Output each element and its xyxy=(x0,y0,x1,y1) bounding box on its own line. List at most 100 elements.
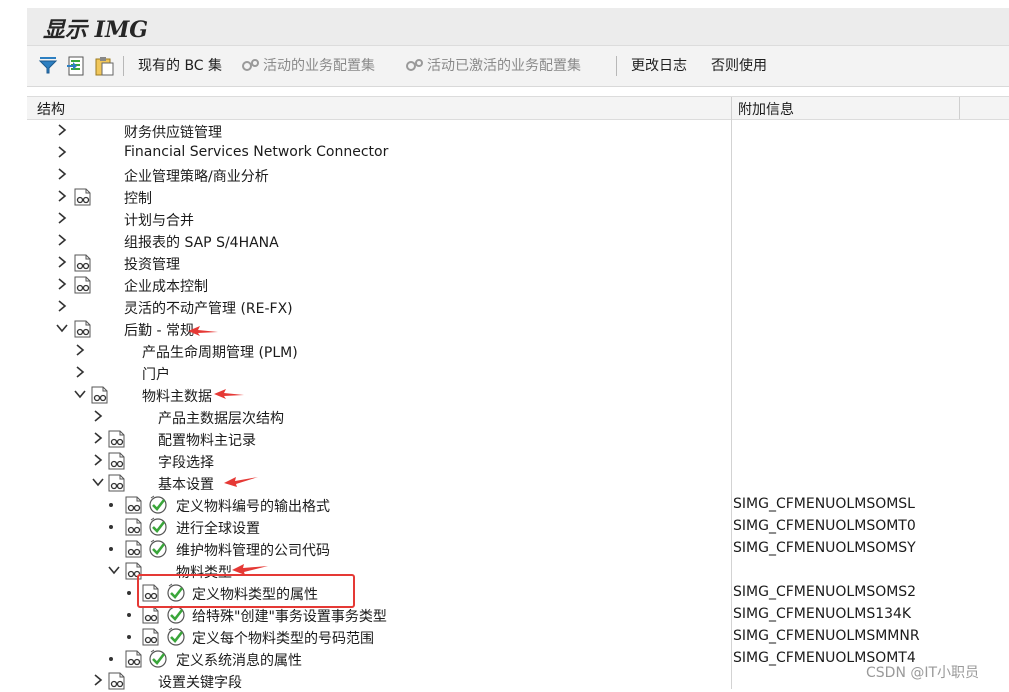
tree-node-label[interactable]: 计划与合并 xyxy=(124,210,194,230)
tree-node-label[interactable]: 产品主数据层次结构 xyxy=(158,408,284,428)
tree-node-label[interactable]: 配置物料主记录 xyxy=(158,430,256,450)
chevron-right-icon[interactable] xyxy=(55,233,69,247)
structure-column-header[interactable]: 结构 xyxy=(37,99,65,119)
tree-node-label[interactable]: 灵活的不动产管理 (RE-FX) xyxy=(124,298,293,318)
documentation-icon[interactable] xyxy=(141,628,161,646)
change-log-button[interactable]: 更改日志 xyxy=(631,56,687,76)
tree-row[interactable]: 定义每个物料类型的号码范围 SIMG_CFMENUOLMSMMNR xyxy=(0,626,1009,648)
documentation-icon[interactable] xyxy=(73,188,93,206)
chevron-right-icon[interactable] xyxy=(55,145,69,159)
tree-node-label[interactable]: 企业成本控制 xyxy=(124,276,208,296)
tree-node-label[interactable]: 定义每个物料类型的号码范围 xyxy=(192,628,374,648)
tree-row[interactable]: 组报表的 SAP S/4HANA xyxy=(0,230,1009,252)
tree-node-label[interactable]: 组报表的 SAP S/4HANA xyxy=(124,232,279,252)
tree-node-label[interactable]: 定义物料编号的输出格式 xyxy=(176,496,330,516)
execute-activity-icon[interactable] xyxy=(166,627,187,647)
chevron-right-icon[interactable] xyxy=(55,167,69,181)
tree-node-label[interactable]: 给特殊"创建"事务设置事务类型 xyxy=(192,606,387,626)
documentation-icon[interactable] xyxy=(124,650,144,668)
chevron-right-icon[interactable] xyxy=(73,343,87,357)
tree-node-label[interactable]: 门户 xyxy=(142,364,170,384)
tree-row[interactable]: Financial Services Network Connector xyxy=(0,142,1009,164)
tree-node-label[interactable]: 进行全球设置 xyxy=(176,518,260,538)
tree-row[interactable]: 基本设置 xyxy=(0,472,1009,494)
documentation-icon[interactable] xyxy=(124,496,144,514)
execute-activity-icon[interactable] xyxy=(166,605,187,625)
documentation-icon[interactable] xyxy=(73,276,93,294)
documentation-icon[interactable] xyxy=(141,606,161,624)
tree-row[interactable]: 后勤 - 常规 xyxy=(0,318,1009,340)
chevron-right-icon[interactable] xyxy=(91,431,105,445)
tree-row[interactable]: 物料主数据 xyxy=(0,384,1009,406)
execute-activity-icon[interactable] xyxy=(148,649,169,669)
chevron-right-icon[interactable] xyxy=(91,409,105,423)
chevron-right-icon[interactable] xyxy=(91,673,105,687)
chevron-right-icon[interactable] xyxy=(55,211,69,225)
tree-row[interactable]: 产品主数据层次结构 xyxy=(0,406,1009,428)
tree-node-label[interactable]: 物料主数据 xyxy=(142,386,212,406)
execute-activity-icon[interactable] xyxy=(148,495,169,515)
column-divider[interactable] xyxy=(959,97,960,119)
chevron-down-icon[interactable] xyxy=(91,475,105,489)
tree-row[interactable]: 定义系统消息的属性 SIMG_CFMENUOLMSOMT4 xyxy=(0,648,1009,670)
tree-node-label[interactable]: 投资管理 xyxy=(124,254,180,274)
documentation-icon[interactable] xyxy=(73,254,93,272)
tree-node-label[interactable]: 财务供应链管理 xyxy=(124,122,222,142)
usage-button[interactable]: 否则使用 xyxy=(711,56,767,76)
tree-row[interactable]: 维护物料管理的公司代码 SIMG_CFMENUOLMSOMSY xyxy=(0,538,1009,560)
documentation-icon[interactable] xyxy=(107,452,127,470)
tree-row[interactable]: 配置物料主记录 xyxy=(0,428,1009,450)
tree-node-label[interactable]: 字段选择 xyxy=(158,452,214,472)
chevron-right-icon[interactable] xyxy=(55,189,69,203)
tree-row[interactable]: 企业管理策略/商业分析 xyxy=(0,164,1009,186)
execute-activity-icon[interactable] xyxy=(148,517,169,537)
additional-info-column-header[interactable]: 附加信息 xyxy=(738,99,794,119)
tree-node-label[interactable]: Financial Services Network Connector xyxy=(124,144,388,160)
tree-node-label[interactable]: 基本设置 xyxy=(158,474,214,494)
tree-row[interactable]: 投资管理 xyxy=(0,252,1009,274)
tree-row[interactable]: 计划与合并 xyxy=(0,208,1009,230)
chevron-right-icon[interactable] xyxy=(73,365,87,379)
tree-node-label[interactable]: 后勤 - 常规 xyxy=(124,320,194,340)
documentation-icon[interactable] xyxy=(73,320,93,338)
documentation-icon[interactable] xyxy=(90,386,110,404)
documentation-icon[interactable] xyxy=(107,672,127,690)
chevron-right-icon[interactable] xyxy=(91,453,105,467)
chevron-right-icon[interactable] xyxy=(55,277,69,291)
tree-row[interactable]: 控制 xyxy=(0,186,1009,208)
tree-row[interactable]: 进行全球设置 SIMG_CFMENUOLMSOMT0 xyxy=(0,516,1009,538)
tree-node-label[interactable]: 企业管理策略/商业分析 xyxy=(124,166,269,186)
tree-row[interactable]: 财务供应链管理 xyxy=(0,120,1009,142)
tree-row[interactable]: 企业成本控制 xyxy=(0,274,1009,296)
tree-node-label[interactable]: 定义系统消息的属性 xyxy=(176,650,302,670)
chevron-right-icon[interactable] xyxy=(55,299,69,313)
tree-row[interactable]: 门户 xyxy=(0,362,1009,384)
tree-node-label[interactable]: 设置关键字段 xyxy=(158,672,242,692)
tree-node-label[interactable]: 维护物料管理的公司代码 xyxy=(176,540,330,560)
tree-row[interactable]: 定义物料编号的输出格式 SIMG_CFMENUOLMSOMSL xyxy=(0,494,1009,516)
documentation-icon[interactable] xyxy=(124,540,144,558)
chevron-down-icon[interactable] xyxy=(55,321,69,335)
documentation-icon[interactable] xyxy=(107,430,127,448)
clipboard-icon[interactable] xyxy=(93,55,115,77)
title-bar: 显示 IMG xyxy=(27,8,1009,46)
active-activated-bc-sets-button[interactable]: 活动已激活的业务配置集 xyxy=(405,56,581,76)
export-icon[interactable] xyxy=(65,55,87,77)
tree-row[interactable]: 字段选择 xyxy=(0,450,1009,472)
column-divider[interactable] xyxy=(731,97,732,119)
chevron-right-icon[interactable] xyxy=(55,255,69,269)
tree-node-label[interactable]: 控制 xyxy=(124,188,152,208)
chevron-down-icon[interactable] xyxy=(73,387,87,401)
tree-node-label[interactable]: 产品生命周期管理 (PLM) xyxy=(142,342,298,362)
filter-icon[interactable] xyxy=(37,55,59,77)
execute-activity-icon[interactable] xyxy=(148,539,169,559)
chevron-down-icon[interactable] xyxy=(107,563,121,577)
chevron-right-icon[interactable] xyxy=(55,123,69,137)
documentation-icon[interactable] xyxy=(107,474,127,492)
tree-row[interactable]: 产品生命周期管理 (PLM) xyxy=(0,340,1009,362)
current-bc-set-button[interactable]: 现有的 BC 集 xyxy=(138,56,222,76)
active-bc-sets-button[interactable]: 活动的业务配置集 xyxy=(241,56,375,76)
additional-info-cell: SIMG_CFMENUOLMS134K xyxy=(733,606,912,622)
tree-row[interactable]: 灵活的不动产管理 (RE-FX) xyxy=(0,296,1009,318)
documentation-icon[interactable] xyxy=(124,518,144,536)
